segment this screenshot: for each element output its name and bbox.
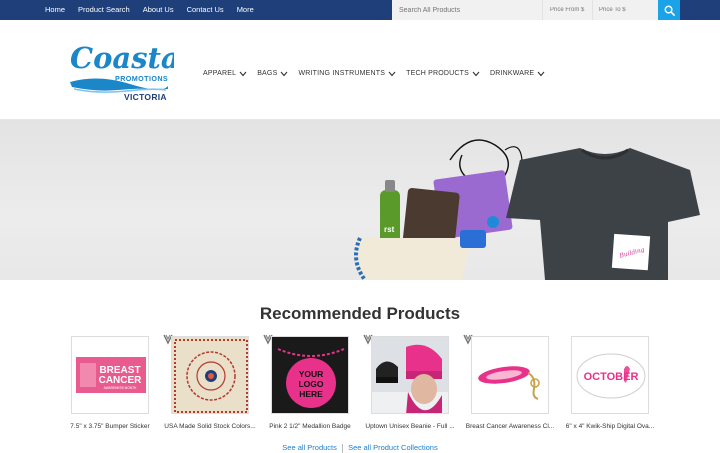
product-image[interactable] <box>471 336 549 414</box>
product-name[interactable]: Breast Cancer Awareness Cl... <box>460 423 560 430</box>
tote-bag <box>355 238 470 280</box>
product-name[interactable]: Uptown Unisex Beanie - Full ... <box>360 423 460 430</box>
nav-bags-label: BAGS <box>257 70 278 77</box>
product-name[interactable]: 6" x 4" Kwik-Ship Digital Ova... <box>560 423 660 430</box>
search-bar <box>392 0 658 20</box>
water-bottle: rst <box>380 180 400 248</box>
top-nav-about-us[interactable]: About Us <box>143 0 174 20</box>
product-name[interactable]: Pink 2 1/2" Medallion Badge <box>260 423 360 430</box>
nav-writing-instruments-label: WRITING INSTRUMENTS <box>298 70 386 77</box>
logo-location: VICTORIA <box>124 92 167 102</box>
product-name[interactable]: USA Made Solid Stock Colors... <box>160 423 260 430</box>
nav-writing-instruments[interactable]: WRITING INSTRUMENTS <box>298 70 396 77</box>
search-icon <box>664 5 675 16</box>
product-image[interactable]: OCTOBER <box>571 336 649 414</box>
logo-wordmark: Coastal <box>70 41 174 75</box>
main-nav: APPAREL BAGS WRITING INSTRUMENTS TECH PR… <box>203 70 555 77</box>
top-nav: Home Product Search About Us Contact Us … <box>45 0 267 20</box>
product-image[interactable]: BREAST CANCER AWARENESS MONTH <box>71 336 149 414</box>
svg-text:CANCER: CANCER <box>99 375 143 386</box>
chevron-down-icon <box>537 71 545 76</box>
svg-text:HERE: HERE <box>299 389 323 399</box>
nav-apparel-label: APPAREL <box>203 70 237 77</box>
hero-banner: rst Building <box>0 120 720 280</box>
svg-text:rst: rst <box>384 225 395 234</box>
nav-drinkware[interactable]: DRINKWARE <box>490 70 545 77</box>
top-nav-home[interactable]: Home <box>45 0 65 20</box>
see-all-links: See all Products See all Product Collect… <box>0 443 720 453</box>
section-title: Recommended Products <box>259 304 461 323</box>
chevron-down-icon <box>388 71 396 76</box>
see-all-products-link[interactable]: See all Products <box>282 443 337 452</box>
nav-drinkware-label: DRINKWARE <box>489 70 535 77</box>
site-logo[interactable]: Coastal PROMOTIONS VICTORIA <box>68 38 191 104</box>
top-nav-more[interactable]: More <box>237 0 254 20</box>
nav-bags[interactable]: BAGS <box>257 70 288 77</box>
nav-apparel[interactable]: APPAREL <box>203 70 247 77</box>
search-button[interactable] <box>658 0 680 20</box>
chevron-down-icon <box>281 71 288 76</box>
see-all-collections-link[interactable]: See all Product Collections <box>348 443 438 452</box>
product-image[interactable] <box>371 336 449 414</box>
logo-subtitle: PROMOTIONS <box>115 74 168 83</box>
price-to-field[interactable] <box>592 0 658 20</box>
svg-text:LOGO: LOGO <box>298 379 323 389</box>
svg-text:YOUR: YOUR <box>299 369 324 379</box>
svg-text:OCTOBER: OCTOBER <box>584 371 639 383</box>
nav-tech-products-label: TECH PRODUCTS <box>406 70 469 77</box>
price-from-field[interactable] <box>542 0 592 20</box>
tshirt: Building <box>506 148 700 280</box>
product-image[interactable]: YOUR LOGO HERE <box>271 336 349 414</box>
divider <box>341 443 343 453</box>
chevron-down-icon <box>239 71 247 76</box>
hero-image: rst Building <box>354 139 700 280</box>
top-nav-contact-us[interactable]: Contact Us <box>187 0 224 20</box>
search-input[interactable] <box>392 0 542 20</box>
chevron-down-icon <box>472 71 480 76</box>
product-image[interactable] <box>171 336 249 414</box>
product-name[interactable]: 7.5" x 3.75" Bumper Sticker <box>60 423 160 430</box>
svg-text:AWARENESS MONTH: AWARENESS MONTH <box>104 386 137 390</box>
top-nav-product-search[interactable]: Product Search <box>78 0 130 20</box>
nav-tech-products[interactable]: TECH PRODUCTS <box>406 70 480 77</box>
